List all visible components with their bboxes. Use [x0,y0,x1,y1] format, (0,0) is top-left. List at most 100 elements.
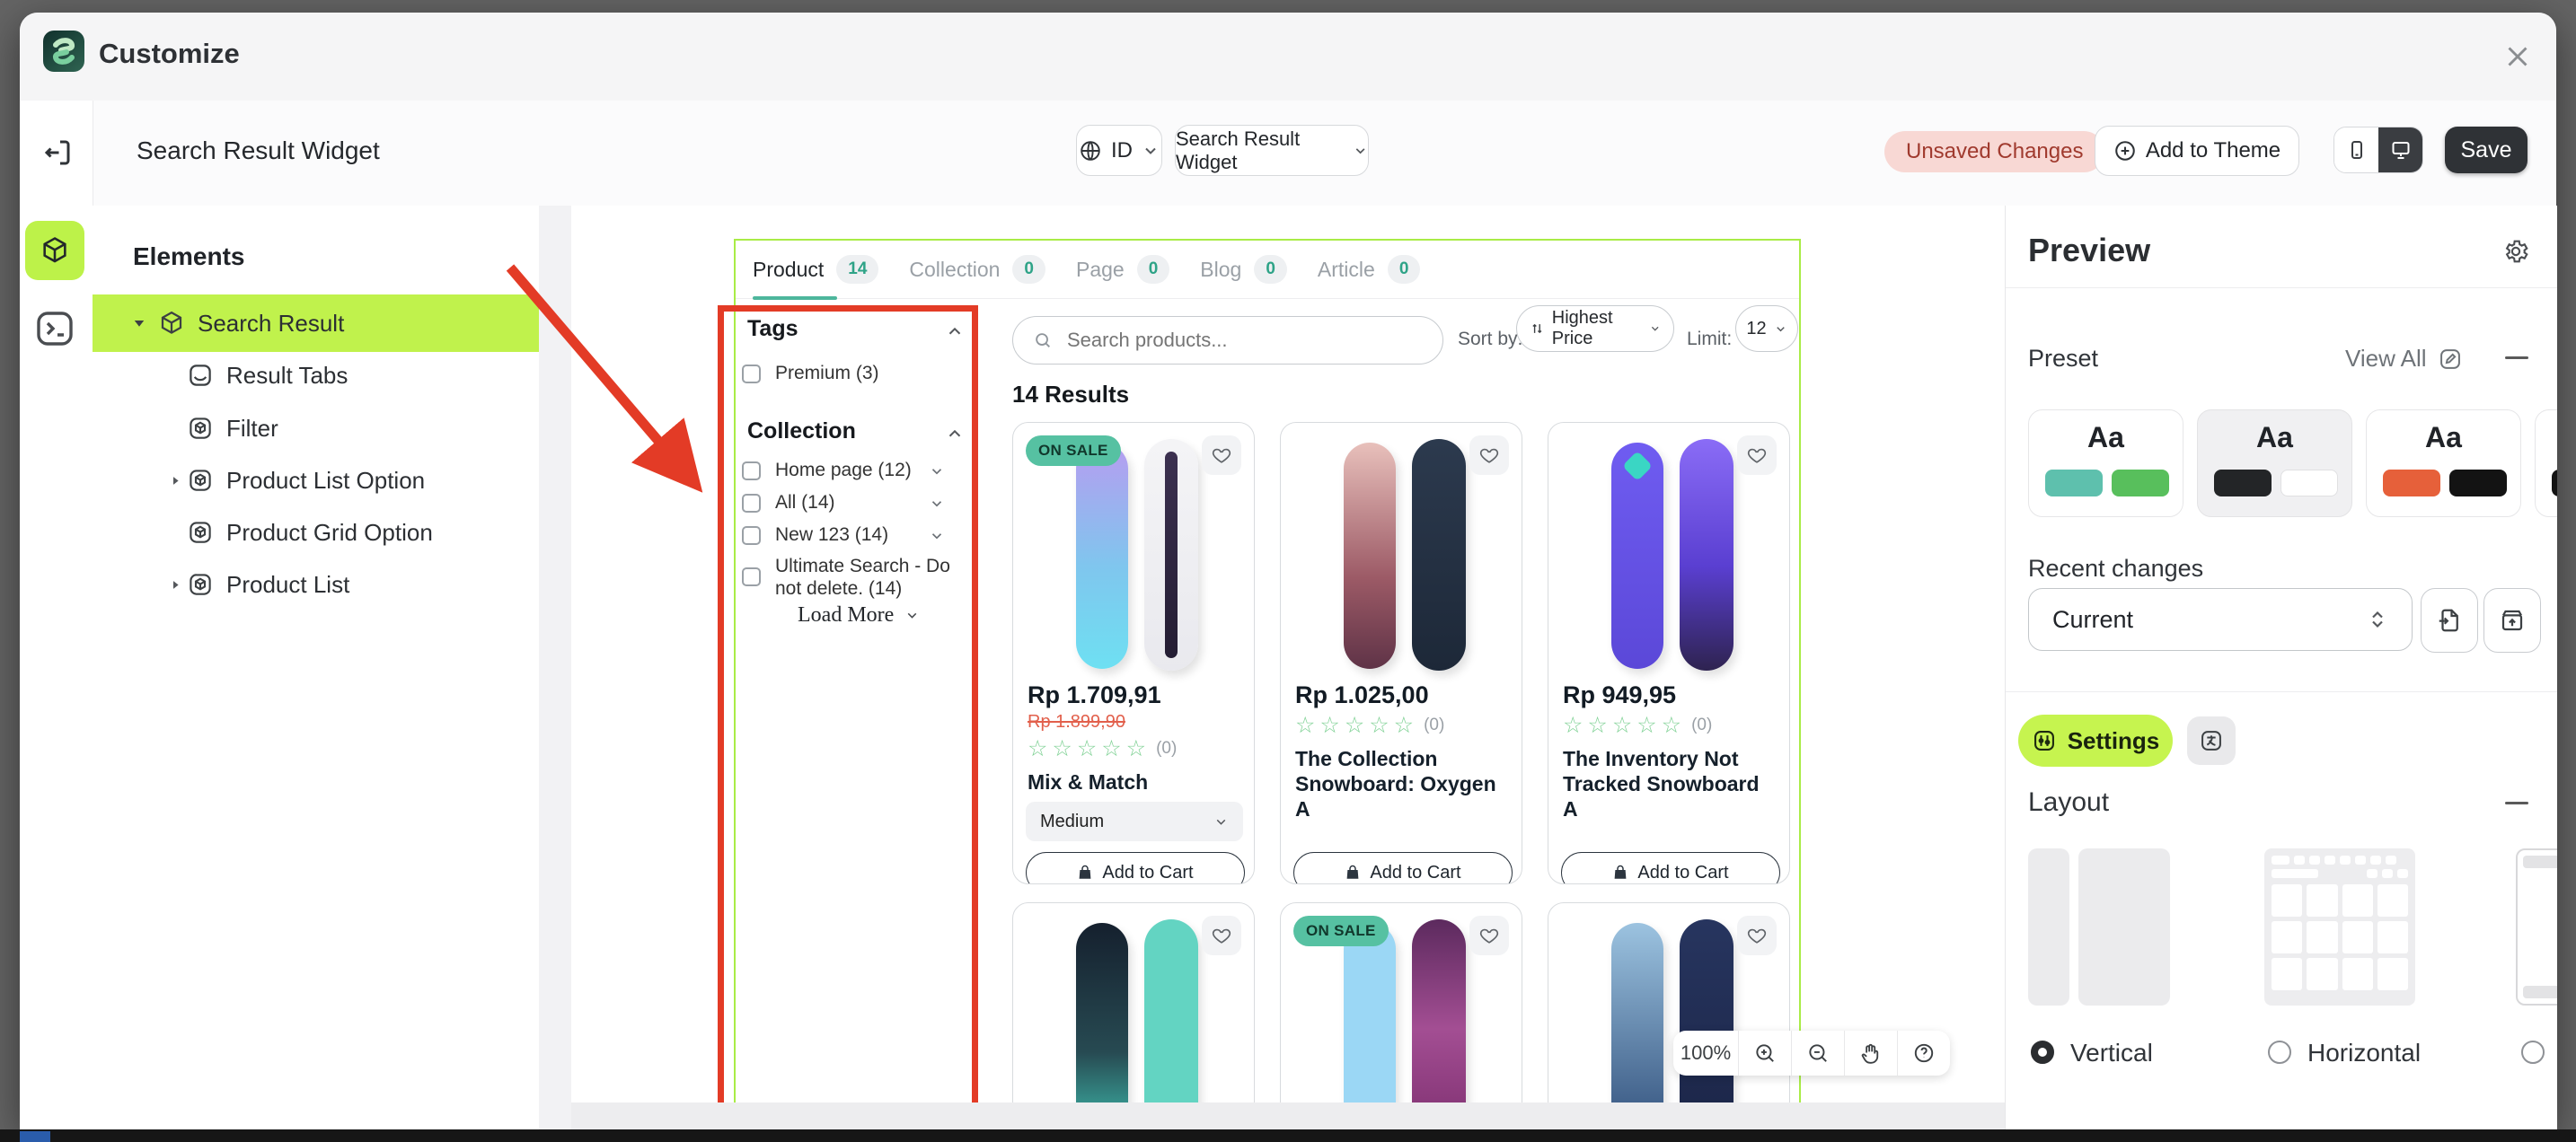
filter-checkbox-premium[interactable]: Premium (3) [742,363,879,384]
preset-option[interactable]: Aa [2028,409,2183,517]
language-value: ID [1111,137,1133,163]
zoom-out-icon[interactable] [1791,1031,1844,1076]
layout-third-graphic [2516,848,2557,1006]
canvas-zoom-toolbar: 100% [1673,1031,1950,1076]
preset-option[interactable]: Aa [2535,409,2557,517]
import-changes-button[interactable] [2421,588,2478,653]
bag-icon [1080,865,1091,879]
preset-swatch [2449,470,2507,496]
wishlist-heart-icon[interactable] [1202,916,1241,955]
filter-checkbox-home-page[interactable]: Home page (12) [742,460,912,481]
tree-item-search-result[interactable]: Search Result [93,297,539,349]
language-dropdown[interactable]: ID [1076,125,1162,176]
product-title[interactable]: The Collection Snowboard: Oxygen A [1295,746,1509,821]
product-card[interactable]: Rp 1.025,00 ☆☆☆☆☆ (0) The Collection Sno… [1280,422,1522,884]
unsaved-changes-badge: Unsaved Changes [1884,131,2105,172]
preset-option-selected[interactable]: Aa [2197,409,2352,517]
zoom-in-icon[interactable] [1738,1031,1791,1076]
checkbox[interactable] [742,525,761,545]
widget-dropdown[interactable]: Search Result Widget [1175,125,1369,176]
tree-item-label: Filter [226,414,278,442]
tree-item-filter[interactable]: Filter [93,402,539,454]
preset-swatch [2214,470,2272,496]
product-card[interactable] [1548,902,1790,1118]
help-icon[interactable] [1897,1031,1950,1076]
collection-heading: Collection [747,418,856,444]
save-button[interactable]: Save [2445,127,2527,173]
add-to-cart-button[interactable]: Add to Cart [1293,852,1513,883]
limit-dropdown[interactable]: 12 [1735,305,1798,352]
checkbox[interactable] [742,567,761,586]
layout-radio-third[interactable] [2521,1041,2545,1064]
wishlist-heart-icon[interactable] [1737,435,1777,475]
wishlist-heart-icon[interactable] [1202,435,1241,475]
logo-s-glyph [52,38,75,65]
product-card[interactable] [1012,902,1255,1118]
tree-item-product-list-option[interactable]: Product List Option [93,454,539,506]
device-toggle[interactable] [2333,127,2423,173]
expand-item-icon[interactable] [929,496,945,512]
exit-editor-icon[interactable] [41,136,74,169]
layout-radio-vertical[interactable] [2031,1041,2054,1064]
view-all-button[interactable]: View All [2345,345,2463,373]
product-title[interactable]: The Inventory Not Tracked Snowboard A [1563,746,1777,821]
rail-console-tool[interactable] [32,307,77,350]
load-more-button[interactable]: Load More [798,603,920,628]
wishlist-heart-icon[interactable] [1469,916,1509,955]
expand-item-icon[interactable] [929,463,945,479]
checkbox[interactable] [742,364,761,383]
tree-item-result-tabs[interactable]: Result Tabs [93,349,539,401]
canvas-bottom-scroll-strip[interactable] [571,1102,2005,1129]
modal-title: Customize [99,38,240,69]
sidebar-scroll-gutter[interactable] [539,206,572,1129]
expand-item-icon[interactable] [929,528,945,544]
product-card[interactable]: ON SALE [1280,902,1522,1118]
add-to-theme-button[interactable]: Add to Theme [2095,126,2299,176]
close-icon[interactable] [2501,40,2535,74]
tree-item-product-grid-option[interactable]: Product Grid Option [93,506,539,558]
sort-dropdown[interactable]: Highest Price [1516,305,1674,352]
variant-dropdown[interactable]: Medium [1026,802,1243,841]
tree-item-product-list[interactable]: Product List [93,558,539,611]
checkbox[interactable] [742,461,761,480]
tab-page[interactable]: Page 0 [1076,255,1170,284]
mobile-view-toggle[interactable] [2334,127,2378,172]
product-title[interactable]: Mix & Match [1028,769,1241,795]
panel-divider [2006,287,2557,288]
gear-icon[interactable] [2501,237,2530,266]
element-icon [187,415,214,442]
rail-elements-tool[interactable] [25,221,84,280]
filter-checkbox-new-123[interactable]: New 123 (14) [742,524,888,546]
preset-option[interactable]: Aa [2366,409,2521,517]
tab-article[interactable]: Article 0 [1318,255,1421,284]
tab-product[interactable]: Product 14 [753,255,879,284]
tab-collection[interactable]: Collection 0 [909,255,1045,284]
layout-radio-horizontal[interactable] [2268,1041,2291,1064]
add-to-cart-button[interactable]: Add to Cart [1561,852,1780,883]
product-image [1412,439,1466,671]
desktop-view-toggle[interactable] [2378,127,2422,172]
recent-changes-select[interactable]: Current [2028,588,2413,651]
product-card[interactable]: ON SALE Rp 1.709,91 Rp 1.899,90 ☆☆☆☆☆ (0… [1012,422,1255,884]
pan-hand-icon[interactable] [1844,1031,1897,1076]
search-input[interactable] [1065,328,1410,353]
tab-blog[interactable]: Blog 0 [1200,255,1287,284]
add-to-cart-button[interactable]: Add to Cart [1026,852,1245,883]
filter-checkbox-ultimate-search[interactable]: Ultimate Search - Do not delete. (14) [742,555,966,600]
settings-tab-button[interactable]: Settings [2018,715,2173,767]
filter-checkbox-all[interactable]: All (14) [742,492,835,514]
wishlist-heart-icon[interactable] [1737,916,1777,955]
collapse-preset-icon[interactable] [2505,356,2528,359]
product-card[interactable]: Rp 949,95 ☆☆☆☆☆ (0) The Inventory Not Tr… [1548,422,1790,884]
collapse-layout-icon[interactable] [2505,802,2528,804]
archive-upload-button[interactable] [2483,588,2541,653]
tree-item-label: Product List [226,570,350,598]
limit-value: 12 [1746,318,1767,338]
collapse-section-icon[interactable] [945,321,965,341]
wishlist-heart-icon[interactable] [1469,435,1509,475]
collapse-section-icon[interactable] [945,424,965,444]
translate-tab-button[interactable] [2187,716,2236,765]
zoom-level: 100% [1680,1041,1732,1064]
checkbox[interactable] [742,493,761,513]
plus-circle-icon [2115,141,2135,161]
